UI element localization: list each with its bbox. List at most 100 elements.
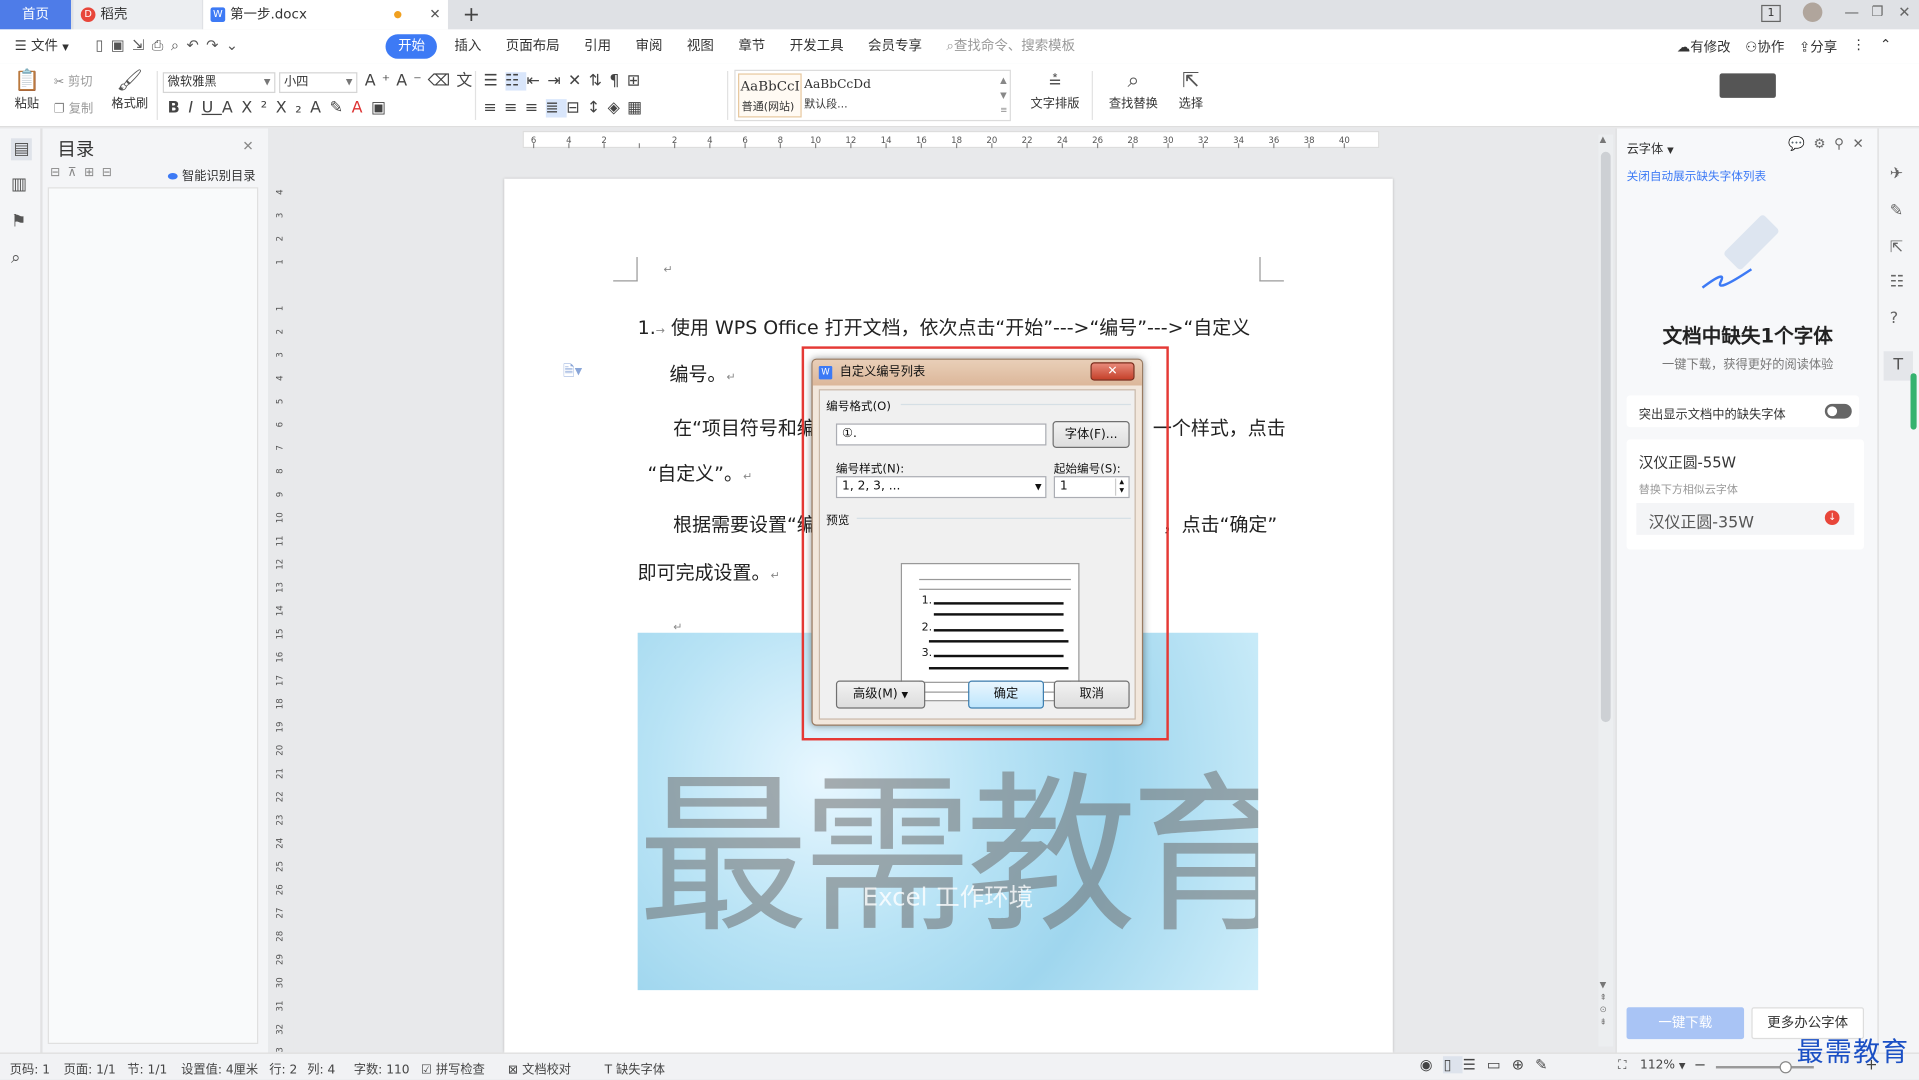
advanced-button[interactable]: 高级(M) ▼ — [835, 680, 926, 709]
gear-icon[interactable]: ⚙ — [1813, 136, 1834, 152]
find-replace-button[interactable]: ⌕ 查找替换 — [1104, 69, 1163, 112]
restore-icon[interactable]: ❐ — [1871, 5, 1883, 18]
customize-icon[interactable]: ⌄ — [226, 37, 246, 54]
outline-view-icon[interactable]: ☰ — [1463, 1056, 1487, 1073]
number-style-select[interactable]: 1, 2, 3, ... ▼ — [835, 476, 1047, 499]
outline-icon[interactable]: ▤ — [11, 138, 33, 161]
replacement-font-item[interactable]: 汉仪正圆-35W ↓ — [1636, 503, 1855, 535]
menu-tab-2[interactable]: 页面布局 — [494, 34, 572, 58]
paste-button[interactable]: 📋 粘贴 — [10, 69, 44, 112]
zoom-select[interactable]: 112% ▼ — [1640, 1059, 1685, 1072]
number-format-input[interactable]: ①. — [835, 423, 1047, 446]
reading-view-icon[interactable]: ▭ — [1487, 1056, 1512, 1073]
remove-icon[interactable]: ⊟ — [102, 166, 120, 179]
justify-icon[interactable]: ≣ — [545, 99, 567, 117]
font-panel-icon[interactable]: T — [1883, 351, 1913, 381]
print-preview-icon[interactable]: ⌕ — [171, 37, 187, 54]
menu-tab-4[interactable]: 审阅 — [623, 34, 674, 58]
pen-icon[interactable]: ✎ — [1890, 202, 1903, 220]
download-icon[interactable]: ↓ — [1824, 510, 1840, 526]
vertical-ruler[interactable]: 4 3 2 1 1 2 3 4 5 6 7 8 9 10 11 12 13 14 15 16 17 18 19 20 21 22 2… — [271, 128, 294, 1058]
close-window-icon[interactable]: ✕ — [1898, 5, 1910, 20]
redo-icon[interactable]: ↷ — [206, 37, 226, 54]
style-default-paragraph[interactable]: AaBbCcDd 默认段... — [804, 73, 890, 117]
web-view-icon[interactable]: ⊕ — [1512, 1056, 1535, 1073]
italic-icon[interactable]: I — [188, 99, 201, 117]
proofread-button[interactable]: ⊠ 文档校对 — [508, 1059, 571, 1077]
download-all-button[interactable]: 一键下载 — [1626, 1007, 1745, 1040]
highlight-missing-toggle[interactable] — [1824, 403, 1852, 419]
increase-indent-icon[interactable]: ⇥ — [547, 72, 568, 90]
rocket-icon[interactable]: ✈ — [1890, 165, 1903, 183]
sort-icon[interactable]: ⇅ — [589, 72, 610, 90]
close-icon[interactable]: ✕ — [242, 138, 253, 154]
expand-all-icon[interactable]: ⊟ — [50, 166, 68, 179]
eye-protect-icon[interactable]: ◉ — [1420, 1056, 1444, 1073]
panel-header[interactable]: 云字体 ▼ — [1627, 138, 1674, 156]
page-nav-icons[interactable]: ▼ ⇞ ⊙ ⇟ — [1600, 979, 1607, 1028]
scroll-thumb[interactable] — [1600, 151, 1611, 723]
superscript-icon[interactable]: X² — [241, 99, 275, 117]
tab-daoke[interactable]: D 稻壳 — [73, 0, 202, 30]
revisions-button[interactable]: ☁有修改 — [1677, 37, 1731, 57]
line-spacing-icon[interactable]: ↕ — [587, 99, 608, 117]
font-size-select[interactable]: 小四 ▼ — [279, 72, 358, 94]
ok-button[interactable]: 确定 — [968, 680, 1044, 709]
paragraph-options-icon[interactable]: 🗎▾ — [563, 360, 582, 386]
align-center-icon[interactable]: ≡ — [504, 99, 525, 117]
strikethrough-icon[interactable]: A — [222, 99, 241, 117]
menu-tab-8[interactable]: 会员专享 — [856, 34, 934, 58]
dialog-close-button[interactable]: ✕ — [1090, 362, 1135, 381]
scroll-up-icon[interactable]: ▲ — [1600, 135, 1607, 145]
chinese-layout-icon[interactable]: ✕ — [568, 72, 589, 90]
write-view-icon[interactable]: ✎ — [1535, 1056, 1558, 1073]
shading-icon[interactable]: ◈ — [608, 99, 628, 117]
bookmark-icon[interactable]: ⚑ — [11, 212, 26, 232]
share-button[interactable]: ⇪分享 — [1799, 37, 1837, 57]
text-effect-icon[interactable]: A — [310, 99, 329, 117]
decrease-indent-icon[interactable]: ⇤ — [527, 72, 548, 90]
menu-tab-6[interactable]: 章节 — [726, 34, 777, 58]
search-icon[interactable]: ⌕ — [11, 248, 21, 268]
underline-icon[interactable]: U — [202, 99, 222, 117]
avatar[interactable] — [1802, 2, 1823, 23]
distributed-icon[interactable]: ⊟ — [566, 99, 587, 117]
menu-tab-1[interactable]: 插入 — [442, 34, 493, 58]
document-scrollbar[interactable]: ▲ ▼ ⇞ ⊙ ⇟ — [1598, 134, 1614, 1047]
copy-button[interactable]: ❐ 复制 — [54, 98, 105, 116]
font-name-select[interactable]: 微软雅黑 ▼ — [162, 72, 276, 94]
minimize-icon[interactable]: — — [1844, 5, 1859, 20]
new-tab-button[interactable]: + — [463, 2, 480, 26]
print-icon[interactable]: ⎙ — [152, 37, 171, 54]
font-color-icon[interactable]: A — [352, 99, 371, 117]
status-words[interactable]: 字数: 110 — [354, 1059, 410, 1077]
font-button[interactable]: 字体(F)... — [1052, 421, 1130, 448]
style-normal-web[interactable]: AaBbCcI 普通(网站) — [738, 73, 802, 118]
command-search[interactable]: ⌕查找命令、搜索模板 — [934, 34, 1087, 58]
menu-tab-0[interactable]: 开始 — [385, 34, 438, 59]
numbering-icon[interactable]: ☷ — [505, 72, 527, 91]
feedback-icon[interactable]: 💬 — [1788, 136, 1813, 152]
grow-font-icon[interactable]: A⁺ — [365, 72, 397, 90]
align-right-icon[interactable]: ≡ — [525, 99, 546, 117]
show-marks-icon[interactable]: ¶ — [609, 72, 626, 90]
cut-button[interactable]: ✂ 剪切 — [54, 71, 105, 89]
side-scroll-thumb[interactable] — [1910, 373, 1917, 430]
settings-sliders-icon[interactable]: ☷ — [1890, 273, 1904, 291]
format-painter-button[interactable]: 🖌 格式刷 — [108, 69, 152, 112]
undo-icon[interactable]: ↶ — [186, 37, 206, 54]
page-view-icon[interactable]: ▯ — [1443, 1056, 1463, 1074]
spell-check-button[interactable]: ☑ 拼写检查 — [421, 1059, 485, 1077]
highlight-icon[interactable]: ✎ — [330, 99, 352, 117]
subscript-icon[interactable]: X₂ — [276, 99, 310, 117]
menu-tab-3[interactable]: 引用 — [572, 34, 623, 58]
clear-format-icon[interactable]: ⌫ — [428, 72, 457, 90]
new-doc-icon[interactable]: ▯ — [95, 37, 110, 54]
text-layout-button[interactable]: ⩮ 文字排版 — [1028, 69, 1082, 112]
collaborate-button[interactable]: ⚇协作 — [1745, 37, 1784, 57]
menu-tab-5[interactable]: 视图 — [675, 34, 726, 58]
tab-home[interactable]: 首页 — [0, 0, 71, 30]
close-icon[interactable]: ✕ — [1853, 136, 1873, 152]
save-icon[interactable]: ▣ — [111, 37, 132, 54]
tab-document[interactable]: W 第一步.docx ✕ — [203, 0, 448, 30]
